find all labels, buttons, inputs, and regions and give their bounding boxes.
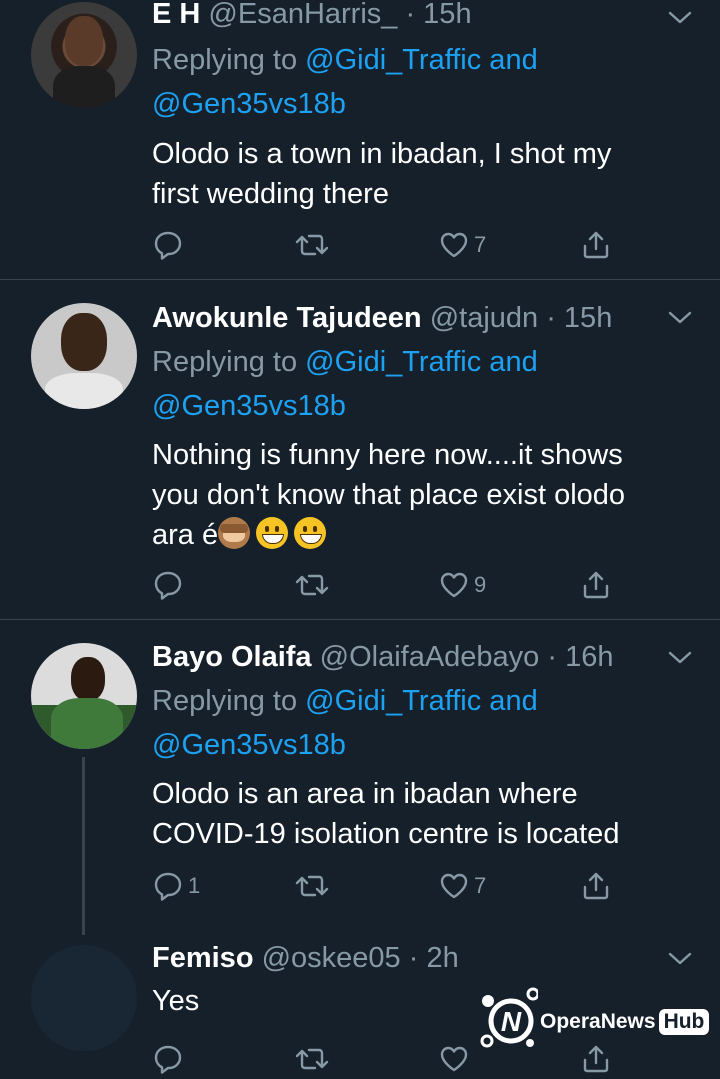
like-button[interactable]: 7: [438, 225, 486, 265]
heart-icon: [438, 1043, 470, 1075]
avatar[interactable]: [31, 303, 137, 409]
display-name[interactable]: Femiso: [152, 942, 254, 974]
reply-icon: [152, 1043, 184, 1075]
chevron-down-icon[interactable]: [666, 648, 694, 668]
tweet-text-line: Nothing is funny here now....it shows: [152, 439, 623, 471]
timestamp: · 15h: [546, 302, 613, 334]
display-name[interactable]: Bayo Olaifa: [152, 641, 312, 673]
like-button[interactable]: 9: [438, 565, 486, 605]
chevron-down-icon[interactable]: [666, 8, 694, 28]
tweet-tajudn[interactable]: Awokunle Tajudeen @tajudn · 15h Replying…: [0, 280, 720, 620]
chevron-down-icon[interactable]: [666, 949, 694, 969]
share-button[interactable]: [580, 866, 612, 906]
thread-connector: [82, 757, 85, 935]
chevron-down-icon[interactable]: [666, 308, 694, 328]
tweet-text-line-with-emoji: ara é: [152, 515, 692, 555]
see-no-evil-monkey-emoji: [218, 517, 251, 549]
like-count: 7: [474, 873, 487, 898]
mention-link[interactable]: @Gidi_Traffic and: [305, 346, 538, 378]
tweet-text-line: Olodo is an area in ibadan where: [152, 778, 578, 810]
grinning-face-emoji: [256, 517, 289, 549]
tweet-header: E H @EsanHarris_ · 15h: [152, 0, 472, 34]
tweet-text-line: you don't know that place exist olodo: [152, 479, 626, 511]
mention-link[interactable]: @Gidi_Traffic and: [305, 44, 538, 76]
watermark-brand: OperaNews: [540, 1010, 656, 1033]
like-count: 7: [474, 232, 487, 257]
tweet-text-line: ara é: [152, 519, 219, 551]
svg-text:N: N: [501, 1006, 522, 1037]
tweet-text-line: Olodo is a town in ibadan, I shot my: [152, 138, 612, 170]
retweet-icon: [294, 569, 330, 601]
retweet-icon: [294, 229, 330, 261]
replying-to: Replying to @Gidi_Traffic and: [152, 38, 538, 82]
replying-prefix: Replying to: [152, 44, 298, 76]
retweet-icon: [294, 870, 330, 902]
reply-button[interactable]: [152, 565, 188, 605]
user-handle[interactable]: @EsanHarris_: [208, 0, 397, 30]
operanews-hub-watermark: N OperaNews Hub: [478, 985, 713, 1055]
reply-button[interactable]: 1: [152, 866, 200, 906]
retweet-button[interactable]: [294, 565, 330, 605]
retweet-button[interactable]: [294, 225, 330, 265]
avatar[interactable]: [31, 945, 137, 1051]
replying-prefix: Replying to: [152, 685, 298, 717]
tweet-actions: 1 7: [152, 866, 622, 906]
tweet-esanharris[interactable]: E H @EsanHarris_ · 15h Replying to @Gidi…: [0, 0, 720, 280]
watermark-badge: Hub: [658, 1009, 710, 1035]
tweet-olaifaadebayo[interactable]: Bayo Olaifa @OlaifaAdebayo · 16h Replyin…: [0, 620, 720, 935]
tweet-text: Olodo is a town in ibadan, I shot my fir…: [152, 134, 692, 214]
tweet-text: Nothing is funny here now....it shows yo…: [152, 435, 692, 555]
timestamp: · 16h: [547, 641, 614, 673]
retweet-button[interactable]: [294, 1039, 330, 1079]
reply-button[interactable]: [152, 225, 188, 265]
grinning-face-emoji: [294, 517, 327, 549]
user-handle[interactable]: @OlaifaAdebayo: [320, 641, 540, 673]
heart-icon: [438, 569, 470, 601]
mention-link[interactable]: @Gen35vs18b: [152, 384, 346, 428]
replying-to: Replying to @Gidi_Traffic and: [152, 679, 538, 723]
like-button[interactable]: 7: [438, 866, 486, 906]
timestamp: · 2h: [408, 942, 459, 974]
tweet-actions: 9: [152, 565, 622, 605]
share-button[interactable]: [580, 565, 612, 605]
replying-to: Replying to @Gidi_Traffic and: [152, 340, 538, 384]
retweet-icon: [294, 1043, 330, 1075]
share-button[interactable]: [580, 225, 612, 265]
tweet-header: Femiso @oskee05 · 2h: [152, 938, 459, 978]
reply-icon: [152, 569, 184, 601]
watermark-text: OperaNews Hub: [540, 1007, 710, 1037]
reply-icon: [152, 870, 184, 902]
avatar[interactable]: [31, 643, 137, 749]
tweet-text-line: first wedding there: [152, 178, 389, 210]
user-handle[interactable]: @tajudn: [430, 302, 538, 334]
retweet-button[interactable]: [294, 866, 330, 906]
tweet-header: Awokunle Tajudeen @tajudn · 15h: [152, 298, 612, 338]
mention-link[interactable]: @Gen35vs18b: [152, 82, 346, 126]
replying-prefix: Replying to: [152, 346, 298, 378]
tweet-text: Olodo is an area in ibadan where COVID-1…: [152, 774, 692, 854]
display-name[interactable]: Awokunle Tajudeen: [152, 302, 422, 334]
reply-count: 1: [188, 873, 201, 898]
reply-icon: [152, 229, 184, 261]
heart-icon: [438, 870, 470, 902]
like-count: 9: [474, 572, 487, 597]
tweet-actions: 7: [152, 225, 622, 265]
like-button[interactable]: [438, 1039, 470, 1079]
user-handle[interactable]: @oskee05: [262, 942, 401, 974]
timestamp: · 15h: [405, 0, 472, 30]
display-name[interactable]: E H: [152, 0, 200, 30]
reply-button[interactable]: [152, 1039, 184, 1079]
heart-icon: [438, 229, 470, 261]
mention-link[interactable]: @Gen35vs18b: [152, 723, 346, 767]
operanews-logo-icon: N: [480, 987, 538, 1048]
share-icon: [580, 569, 612, 601]
tweet-text-line: COVID-19 isolation centre is located: [152, 818, 620, 850]
tweet-header: Bayo Olaifa @OlaifaAdebayo · 16h: [152, 637, 613, 677]
avatar[interactable]: [31, 2, 137, 108]
mention-link[interactable]: @Gidi_Traffic and: [305, 685, 538, 717]
share-icon: [580, 870, 612, 902]
share-icon: [580, 229, 612, 261]
